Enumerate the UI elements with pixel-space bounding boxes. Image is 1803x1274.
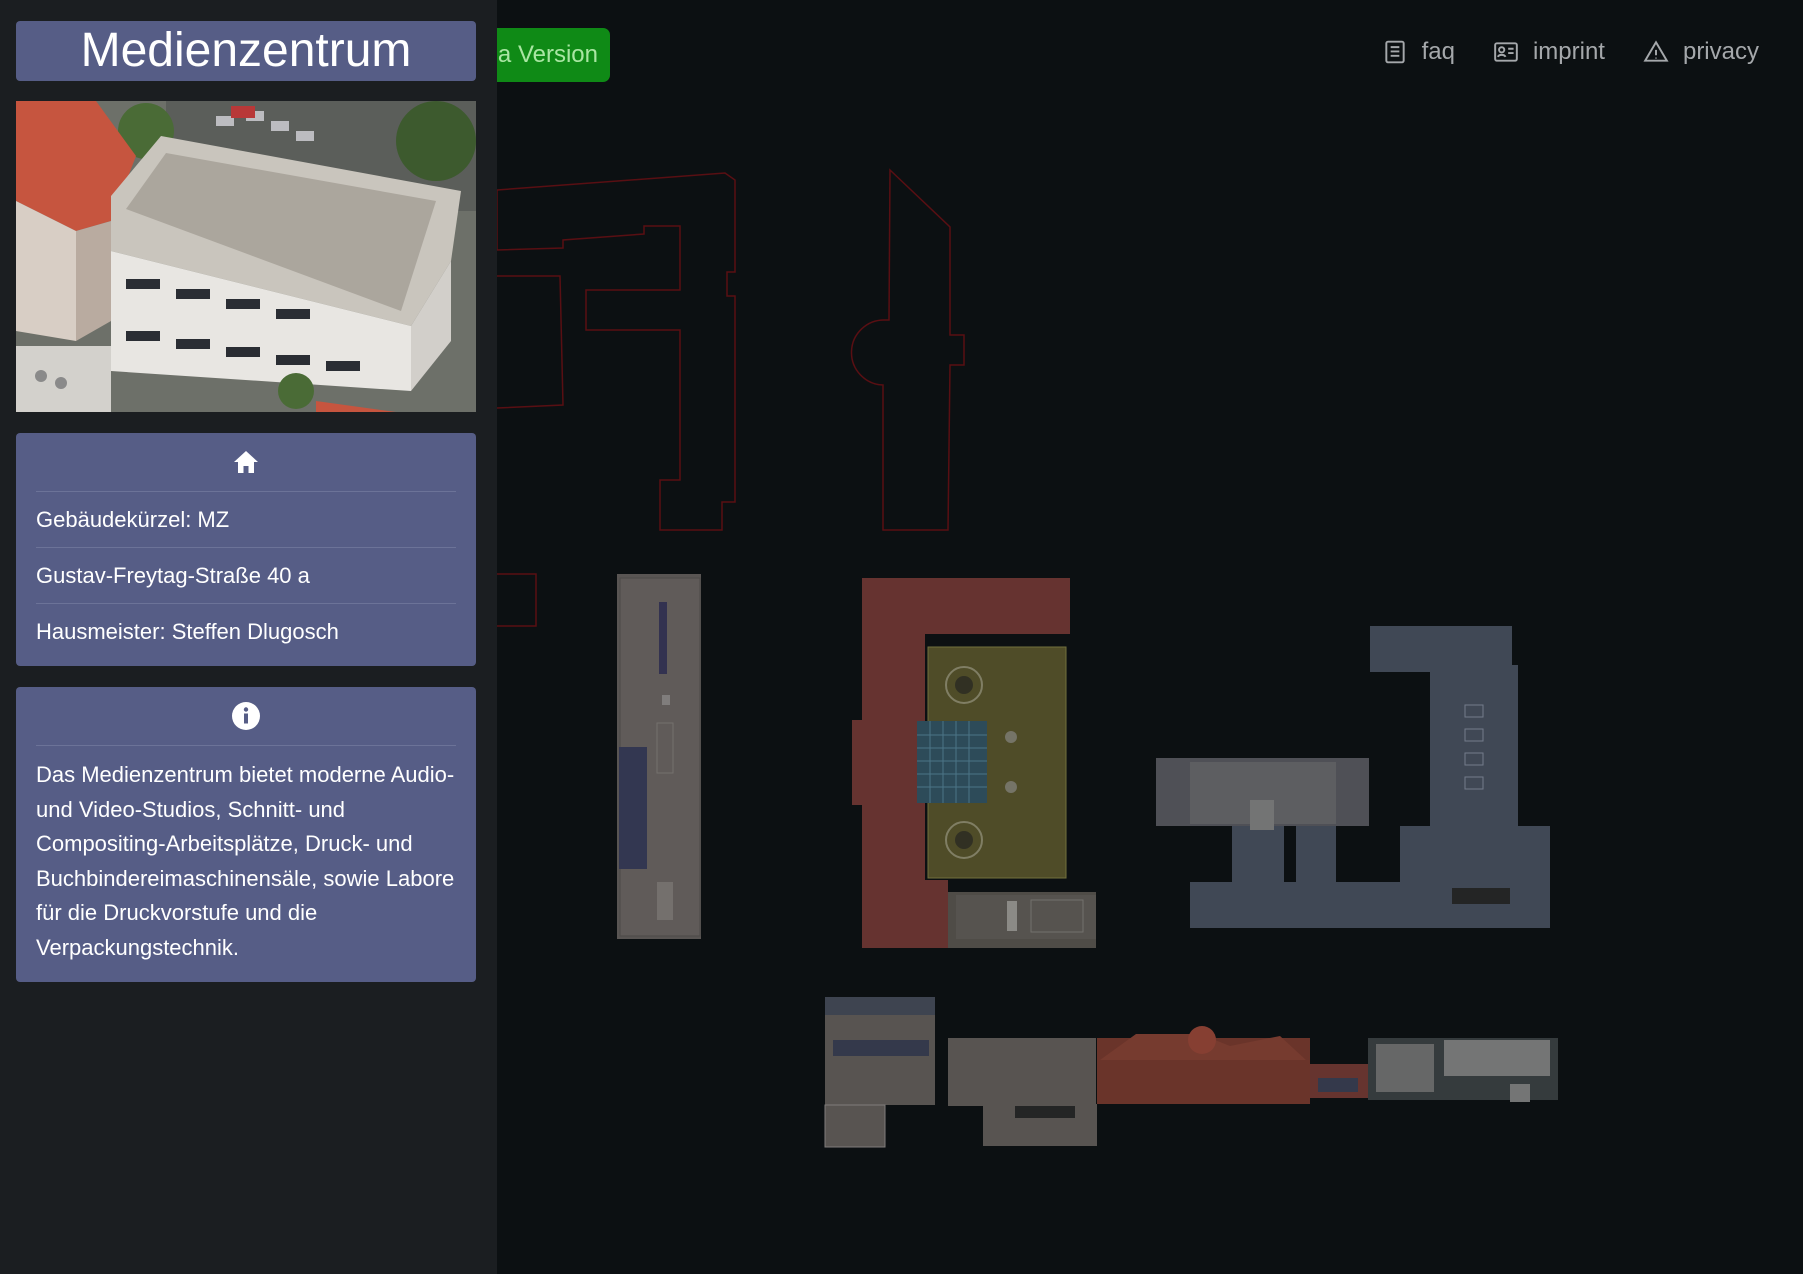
building-description-card: Das Medienzentrum bietet moderne Audio- … — [16, 687, 476, 982]
nav-privacy-label[interactable]: privacy — [1683, 38, 1759, 66]
card-header — [36, 687, 456, 746]
card-header — [36, 433, 456, 492]
document-icon — [1384, 40, 1405, 64]
warning-icon — [1643, 40, 1669, 62]
home-icon — [234, 451, 258, 473]
nav-faq-label[interactable]: faq — [1422, 38, 1455, 66]
building-caretaker: Hausmeister: Steffen Dlugosch — [36, 619, 339, 644]
nav-imprint-label[interactable]: imprint — [1533, 38, 1605, 66]
building-info-card: Gebäudekürzel: MZ Gustav-Freytag-Straße … — [16, 433, 476, 666]
top-navigation: faq imprint privacy — [1382, 38, 1759, 66]
building-code: Gebäudekürzel: MZ — [36, 492, 456, 548]
info-icon — [232, 702, 260, 730]
nav-imprint[interactable]: imprint — [1493, 38, 1605, 66]
building-description: Das Medienzentrum bietet moderne Audio- … — [36, 762, 455, 960]
nav-faq[interactable]: faq — [1382, 38, 1455, 66]
building-sidebar: Medienzentrum Gebäudekürzel: MZ Gustav-F… — [0, 0, 497, 1274]
building-title: Medienzentrum — [16, 21, 476, 81]
building-address: Gustav-Freytag-Straße 40 a — [36, 548, 456, 604]
id-card-icon — [1494, 42, 1518, 62]
nav-privacy[interactable]: privacy — [1643, 38, 1759, 66]
building-photo — [16, 101, 476, 412]
